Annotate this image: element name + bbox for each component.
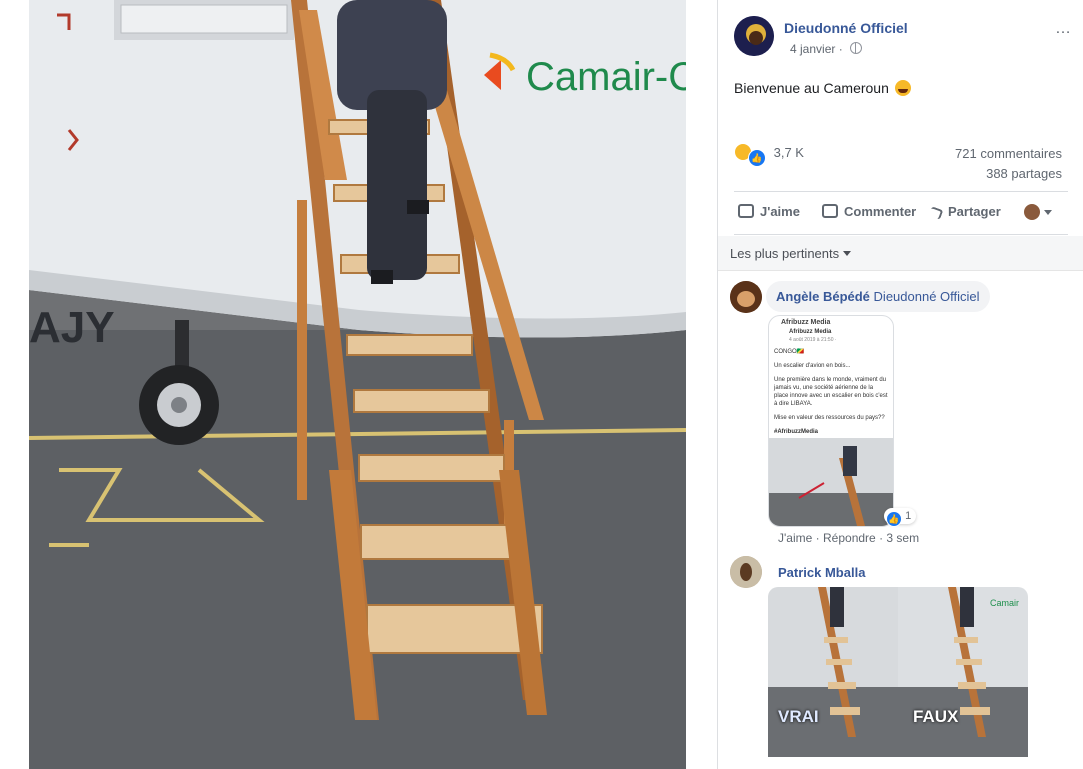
- like-label: J'aime: [760, 204, 800, 219]
- photo-stage: Camair-Co AJY: [0, 0, 717, 769]
- post-header: Dieudonné Officiel 4 janvier · …: [734, 16, 1072, 62]
- globe-icon: [850, 42, 863, 54]
- like-reaction-icon: 👍: [886, 511, 902, 527]
- commenter-avatar[interactable]: [730, 281, 762, 313]
- comment-like-link[interactable]: J'aime: [778, 531, 812, 545]
- like-reaction-icon: 👍: [748, 149, 766, 167]
- caption-line-5: #AfribuzzMedia: [774, 429, 819, 435]
- attached-page-name: Afribuzz Media: [789, 329, 832, 335]
- separator-dot: ·: [838, 42, 847, 56]
- thumbs-up-icon: [738, 204, 754, 218]
- comment-sort-bar: Les plus pertinents: [718, 236, 1083, 271]
- reactions-summary[interactable]: 👍 3,7 K: [734, 143, 804, 167]
- comment-like-count: 1: [905, 510, 912, 522]
- attached-photo-image: [769, 438, 893, 526]
- comment-mention[interactable]: Dieudonné Officiel: [874, 289, 980, 304]
- attached-date: 4 août 2019 à 21:50 ·: [789, 337, 837, 343]
- post-text-body: Bienvenue au Cameroun: [734, 80, 889, 96]
- post-photo[interactable]: Camair-Co AJY: [29, 0, 686, 769]
- meme-label-left: VRAI: [778, 707, 819, 726]
- more-options-icon[interactable]: …: [1055, 20, 1072, 38]
- caption-line-1: CONGO🇨🇬: [774, 349, 805, 355]
- comment-attached-image[interactable]: VRAI FAUX Camair: [768, 587, 1028, 757]
- commenter-name[interactable]: Angèle Bépédé: [776, 289, 870, 304]
- author-name[interactable]: Dieudonné Officiel: [784, 20, 908, 36]
- comment-actions: J'aime · Répondre · 3 sem: [778, 531, 919, 545]
- comment-button[interactable]: Commenter: [822, 204, 916, 219]
- share-arrow-icon: [928, 206, 944, 220]
- sort-label: Les plus pertinents: [730, 246, 840, 261]
- grinning-emoji-icon: [894, 80, 911, 96]
- attached-source: Afribuzz Media: [781, 319, 831, 326]
- attached-caption: CONGO🇨🇬 Un escalier d'avion en bois... U…: [774, 348, 889, 442]
- post-date[interactable]: 4 janvier: [790, 42, 835, 56]
- separator-dot: ·: [815, 531, 823, 545]
- meme-label-right: FAUX: [913, 707, 959, 726]
- chevron-down-icon: [1044, 210, 1052, 215]
- caption-line-4: Mise en valeur des ressources du pays??: [774, 415, 885, 421]
- attached-photo: [769, 438, 893, 526]
- account-avatar: [1024, 204, 1040, 220]
- airline-logo-text: Camair-Co: [526, 55, 686, 99]
- share-label: Partager: [948, 204, 1001, 219]
- meme-image: [768, 587, 1028, 757]
- like-button[interactable]: J'aime: [738, 204, 800, 219]
- comment-bubble: Angèle Bépédé Dieudonné Officiel: [766, 281, 990, 312]
- author-avatar[interactable]: [734, 16, 774, 56]
- post-text: Bienvenue au Cameroun: [734, 80, 911, 96]
- post-meta: 4 janvier ·: [790, 42, 863, 56]
- comment-like-badge[interactable]: 👍 1: [884, 508, 917, 527]
- meme-brand-text: Camair: [990, 598, 1020, 608]
- photo-airplane-stairs: Camair-Co AJY: [29, 0, 686, 769]
- comments-count[interactable]: 721 commentaires: [955, 144, 1062, 164]
- caption-line-2: Un escalier d'avion en bois...: [774, 363, 851, 369]
- comment-age[interactable]: 3 sem: [886, 531, 919, 545]
- reaction-count: 3,7 K: [773, 145, 804, 160]
- shares-count[interactable]: 388 partages: [955, 164, 1062, 184]
- share-button[interactable]: Partager: [928, 204, 1001, 220]
- avatar-image: [734, 16, 774, 56]
- action-bar: J'aime Commenter Partager: [734, 191, 1068, 235]
- comment-bubble-icon: [822, 204, 838, 218]
- caption-line-3: Une première dans le monde, vraiment du …: [774, 377, 888, 407]
- commenter-name[interactable]: Patrick Mballa: [778, 565, 865, 580]
- registration-text: AJY: [29, 303, 115, 352]
- react-as-selector[interactable]: [1024, 204, 1052, 220]
- post-counts: 721 commentaires 388 partages: [955, 144, 1062, 184]
- commenter-avatar[interactable]: [730, 556, 762, 588]
- avatar-image: [730, 556, 762, 588]
- avatar-image: [730, 281, 762, 313]
- comment-label: Commenter: [844, 204, 917, 219]
- post-sidebar: Dieudonné Officiel 4 janvier · … Bienven…: [717, 0, 1083, 769]
- chevron-down-icon: [843, 251, 852, 256]
- comment-reply-link[interactable]: Répondre: [823, 531, 876, 545]
- comment-attached-image[interactable]: Afribuzz Media Afribuzz Media 4 août 201…: [768, 315, 894, 527]
- comment-sort-dropdown[interactable]: Les plus pertinents: [730, 246, 852, 261]
